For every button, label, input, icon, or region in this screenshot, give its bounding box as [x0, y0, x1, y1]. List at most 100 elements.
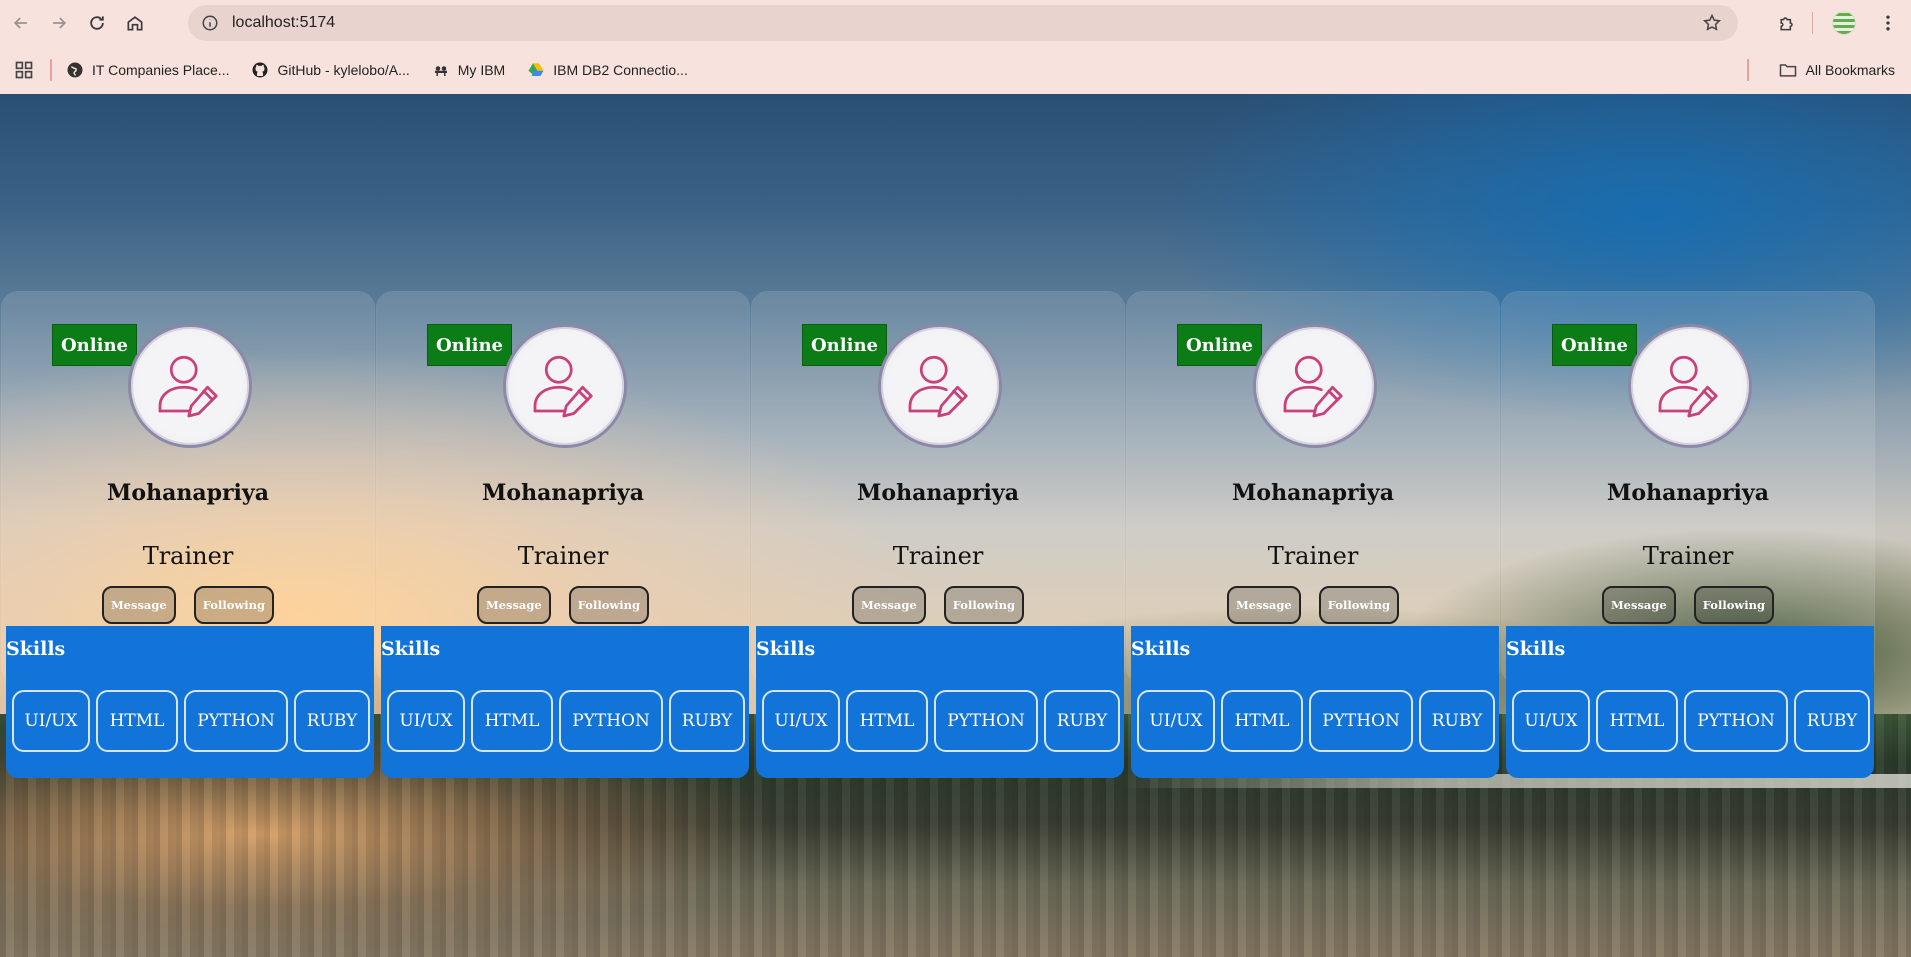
home-button[interactable] — [116, 4, 154, 42]
profile-actions: Message Following — [752, 586, 1124, 624]
bookmark-item[interactable]: GitHub - kylelobo/A... — [251, 61, 410, 79]
bookmark-label: GitHub - kylelobo/A... — [277, 62, 410, 78]
bookmark-label: IBM DB2 Connectio... — [553, 62, 688, 78]
following-button[interactable]: Following — [943, 586, 1025, 624]
skill-tag[interactable]: UI/UX — [1137, 690, 1215, 752]
skill-tag[interactable]: PYTHON — [559, 690, 663, 752]
following-button[interactable]: Following — [1318, 586, 1400, 624]
profile-card: Online Mohanapriya Trainer Message Follo… — [2, 292, 374, 778]
profile-role: Trainer — [142, 542, 234, 570]
user-edit-icon — [1283, 355, 1343, 418]
skill-tag[interactable]: RUBY — [1044, 690, 1120, 752]
apps-grid-icon[interactable] — [14, 60, 34, 80]
bookmark-label: IT Companies Place... — [92, 62, 230, 78]
skill-tag[interactable]: RUBY — [294, 690, 370, 752]
profile-card: Online Mohanapriya Trainer Message Follo… — [752, 292, 1124, 778]
following-button[interactable]: Following — [193, 586, 275, 624]
following-button[interactable]: Following — [1693, 586, 1775, 624]
avatar — [1628, 324, 1752, 448]
skills-list: UI/UX HTML PYTHON RUBY — [1512, 690, 1870, 752]
skills-panel: Skills UI/UX HTML PYTHON RUBY — [756, 626, 1124, 778]
message-button[interactable]: Message — [101, 586, 176, 624]
profile-role: Trainer — [517, 542, 609, 570]
puzzle-icon — [1780, 17, 1793, 31]
profile-actions: Message Following — [1502, 586, 1874, 624]
bookmark-item[interactable]: IBM DB2 Connectio... — [527, 61, 688, 79]
all-bookmarks-button[interactable]: All Bookmarks — [1778, 60, 1895, 80]
back-button[interactable] — [2, 4, 40, 42]
skills-list: UI/UX HTML PYTHON RUBY — [1137, 690, 1495, 752]
reload-button[interactable] — [78, 4, 116, 42]
online-badge: Online — [1552, 324, 1637, 366]
skills-panel: Skills UI/UX HTML PYTHON RUBY — [6, 626, 374, 778]
menu-button[interactable] — [1869, 4, 1907, 42]
online-badge: Online — [427, 324, 512, 366]
skill-tag[interactable]: HTML — [471, 690, 553, 752]
skill-tag[interactable]: UI/UX — [12, 690, 90, 752]
message-button[interactable]: Message — [1226, 586, 1301, 624]
online-badge: Online — [1177, 324, 1262, 366]
skill-tag[interactable]: UI/UX — [1512, 690, 1590, 752]
avatar — [878, 324, 1002, 448]
skill-tag[interactable]: RUBY — [669, 690, 745, 752]
avatar — [1253, 324, 1377, 448]
url-text[interactable]: localhost:5174 — [232, 14, 335, 32]
profile-button[interactable] — [1825, 4, 1863, 42]
bookmark-star-icon[interactable] — [1702, 13, 1722, 33]
following-button[interactable]: Following — [568, 586, 650, 624]
profile-name: Mohanapriya — [1232, 480, 1394, 506]
skills-title: Skills — [756, 638, 816, 660]
skill-tag[interactable]: PYTHON — [184, 690, 288, 752]
skills-list: UI/UX HTML PYTHON RUBY — [762, 690, 1120, 752]
message-button[interactable]: Message — [1601, 586, 1676, 624]
skills-list: UI/UX HTML PYTHON RUBY — [12, 690, 370, 752]
profile-role: Trainer — [1267, 542, 1359, 570]
folder-icon — [1778, 60, 1798, 80]
user-edit-icon — [908, 355, 968, 418]
skills-panel: Skills UI/UX HTML PYTHON RUBY — [1131, 626, 1499, 778]
skill-tag[interactable]: RUBY — [1794, 690, 1870, 752]
profile-name: Mohanapriya — [857, 480, 1019, 506]
home-icon — [127, 16, 143, 31]
profile-role: Trainer — [892, 542, 984, 570]
online-badge: Online — [52, 324, 137, 366]
bookmark-item[interactable]: IT Companies Place... — [66, 61, 229, 79]
skill-tag[interactable]: RUBY — [1419, 690, 1495, 752]
page-viewport: Online Mohanapriya Trainer Message Follo… — [0, 94, 1911, 957]
ibm-icon — [432, 61, 450, 79]
profile-avatar — [1832, 11, 1856, 35]
extensions-button[interactable] — [1768, 4, 1806, 42]
profile-name: Mohanapriya — [1607, 480, 1769, 506]
arrow-right-icon — [53, 17, 67, 29]
message-button[interactable]: Message — [476, 586, 551, 624]
avatar — [128, 324, 252, 448]
profile-card: Online Mohanapriya Trainer Message Follo… — [1127, 292, 1499, 778]
forward-button[interactable] — [40, 4, 78, 42]
profile-role: Trainer — [1642, 542, 1734, 570]
skill-tag[interactable]: HTML — [96, 690, 178, 752]
online-badge: Online — [802, 324, 887, 366]
skill-tag[interactable]: PYTHON — [1684, 690, 1788, 752]
skill-tag[interactable]: PYTHON — [934, 690, 1038, 752]
arrow-left-icon — [13, 17, 27, 29]
bookmark-item[interactable]: My IBM — [432, 61, 505, 79]
skill-tag[interactable]: HTML — [1221, 690, 1303, 752]
avatar — [503, 324, 627, 448]
skill-tag[interactable]: UI/UX — [387, 690, 465, 752]
address-bar[interactable]: localhost:5174 — [188, 5, 1738, 41]
bookmarks-divider — [50, 59, 52, 81]
skill-tag[interactable]: PYTHON — [1309, 690, 1413, 752]
message-button[interactable]: Message — [851, 586, 926, 624]
user-edit-icon — [1658, 355, 1718, 418]
profile-name: Mohanapriya — [482, 480, 644, 506]
skill-tag[interactable]: HTML — [1596, 690, 1678, 752]
toolbar-divider — [1812, 12, 1813, 34]
skill-tag[interactable]: UI/UX — [762, 690, 840, 752]
profile-name: Mohanapriya — [107, 480, 269, 506]
browser-toolbar: localhost:5174 — [0, 0, 1911, 46]
bookmarks-bar: IT Companies Place... GitHub - kylelobo/… — [0, 46, 1911, 94]
site-info-icon[interactable] — [200, 13, 220, 33]
skill-tag[interactable]: HTML — [846, 690, 928, 752]
google-drive-icon — [527, 61, 545, 79]
profile-actions: Message Following — [377, 586, 749, 624]
